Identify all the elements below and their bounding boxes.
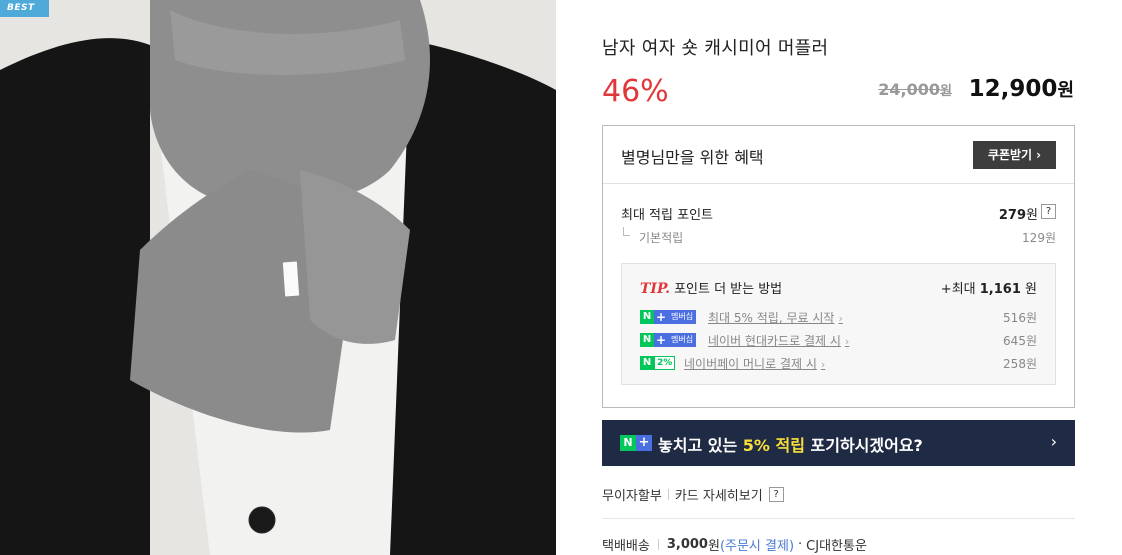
max-point-label: 최대 적립 포인트 <box>621 208 713 223</box>
percent-text: 2% <box>654 356 676 370</box>
naver-membership-banner[interactable]: N + 놓치고 있는 5% 적립 포기하시겠어요? › <box>602 420 1075 466</box>
tip-max-value: 1,161 <box>979 282 1021 297</box>
original-price-value: 24,000 <box>878 80 941 99</box>
tip-item-label[interactable]: 최대 5% 적립, 무료 시작 › <box>708 309 843 326</box>
dot-separator: · <box>798 537 803 552</box>
membership-text: 멤버십 <box>668 310 697 324</box>
chevron-right-icon: › <box>838 312 843 325</box>
get-coupon-button[interactable]: 쿠폰받기 › <box>973 141 1056 169</box>
product-photo-illustration <box>0 0 556 555</box>
tip-item-label[interactable]: 네이버페이 머니로 결제 시 › <box>684 355 825 372</box>
membership-text: 멤버십 <box>668 333 697 347</box>
shipping-payment-timing: (주문시 결제) <box>719 539 795 554</box>
basic-point-value: 129원 <box>1022 231 1056 245</box>
card-detail-link[interactable]: 카드 자세히보기 <box>675 485 763 504</box>
plus-icon: + <box>636 435 652 451</box>
payment-links: 무이자할부 카드 자세히보기 ? <box>602 485 784 504</box>
product-title: 남자 여자 숏 캐시미어 머플러 <box>602 38 829 59</box>
naverpay-2pct-badge-icon: N 2% <box>640 356 676 370</box>
tip-item-label-text: 네이버 현대카드로 결제 시 <box>708 334 841 348</box>
max-point-row: 최대 적립 포인트 279원 ? <box>621 204 1056 223</box>
tip-max-point: +최대 1,161 원 <box>941 278 1037 297</box>
original-price-unit: 원 <box>940 84 952 99</box>
plus-icon: + <box>654 333 668 347</box>
divider <box>667 489 669 500</box>
max-point-unit: 원 <box>1026 208 1038 223</box>
tip-header: TIP. 포인트 더 받는 방법 <box>640 278 782 297</box>
naver-n-icon: N <box>640 310 654 324</box>
tip-word: TIP. <box>640 281 671 297</box>
shipping-carrier: CJ대한통운 <box>806 539 867 554</box>
benefit-title: 별명님만을 위한 혜택 <box>621 148 764 167</box>
tip-item-value: 645원 <box>1003 334 1037 348</box>
tip-item-value: 516원 <box>1003 311 1037 325</box>
original-price: 24,000원 <box>878 80 952 99</box>
chevron-right-icon: › <box>1050 432 1057 451</box>
section-divider <box>602 518 1075 519</box>
tip-item-label[interactable]: 네이버 현대카드로 결제 시 › <box>708 332 849 349</box>
naver-plus-logo-icon: N + <box>620 435 652 451</box>
basic-point-row: 기본적립 129원 <box>621 227 1056 246</box>
tip-max-prefix: +최대 <box>940 282 976 297</box>
banner-text: 놓치고 있는 5% 적립 포기하시겠어요? <box>658 432 923 456</box>
basic-point-label: 기본적립 <box>639 231 684 245</box>
naver-n-icon: N <box>640 356 654 370</box>
shipping-label: 택배배송 <box>602 539 650 554</box>
tip-item-label-text: 네이버페이 머니로 결제 시 <box>684 357 817 371</box>
sale-price-unit: 원 <box>1057 80 1074 101</box>
sale-price: 12,900원 <box>969 76 1074 102</box>
shipping-info: 택배배송 3,000 원 (주문시 결제) · CJ대한통운 <box>602 535 867 554</box>
tip-item-value: 258원 <box>1003 357 1037 371</box>
tip-max-unit: 원 <box>1025 282 1037 297</box>
product-image: BEST <box>0 0 556 555</box>
sale-price-value: 12,900 <box>968 76 1058 102</box>
coupon-button-label: 쿠폰받기 <box>987 148 1033 162</box>
product-info-panel: 남자 여자 숏 캐시미어 머플러 46% 24,000원 12,900원 별명님… <box>602 0 1076 555</box>
banner-text-after: 포기하시겠어요? <box>804 436 923 455</box>
help-question-icon[interactable]: ? <box>1041 204 1056 219</box>
tip-item-label-text: 최대 5% 적립, 무료 시작 <box>708 311 835 325</box>
naver-n-icon: N <box>620 435 636 451</box>
best-badge: BEST <box>0 0 49 17</box>
chevron-right-icon: › <box>820 358 826 371</box>
naver-membership-badge-icon: N + 멤버십 <box>640 310 697 324</box>
chevron-right-icon: › <box>1036 148 1042 162</box>
naver-n-icon: N <box>640 333 654 347</box>
max-point-number: 279 <box>998 208 1027 223</box>
installment-link[interactable]: 무이자할부 <box>602 485 662 504</box>
help-question-icon[interactable]: ? <box>768 487 784 502</box>
banner-highlight: 5% 적립 <box>742 436 805 455</box>
naver-membership-badge-icon: N + 멤버십 <box>640 333 697 347</box>
chevron-right-icon: › <box>844 335 850 348</box>
tip-item-membership[interactable]: N + 멤버십 최대 5% 적립, 무료 시작 › 516원 <box>640 309 1037 325</box>
tip-item-hyundai-card[interactable]: N + 멤버십 네이버 현대카드로 결제 시 › 645원 <box>640 332 1037 348</box>
benefit-box: 별명님만을 위한 혜택 쿠폰받기 › 최대 적립 포인트 279원 ? 기본적립 … <box>602 125 1075 408</box>
banner-text-before: 놓치고 있는 <box>658 436 743 455</box>
tip-item-naverpay-money[interactable]: N 2% 네이버페이 머니로 결제 시 › 258원 <box>640 355 1037 371</box>
max-point-value: 279원 <box>999 204 1038 223</box>
shipping-fee-unit: 원 <box>707 539 720 554</box>
discount-rate: 46% <box>602 74 669 109</box>
divider <box>657 539 659 550</box>
benefit-header: 별명님만을 위한 혜택 쿠폰받기 › <box>603 126 1074 184</box>
tip-title: 포인트 더 받는 방법 <box>674 282 783 297</box>
plus-icon: + <box>654 310 668 324</box>
shipping-fee: 3,000 <box>666 537 708 552</box>
tip-box: TIP. 포인트 더 받는 방법 +최대 1,161 원 N + 멤버십 최대 5% … <box>621 263 1056 385</box>
tree-corner-icon <box>623 227 630 236</box>
